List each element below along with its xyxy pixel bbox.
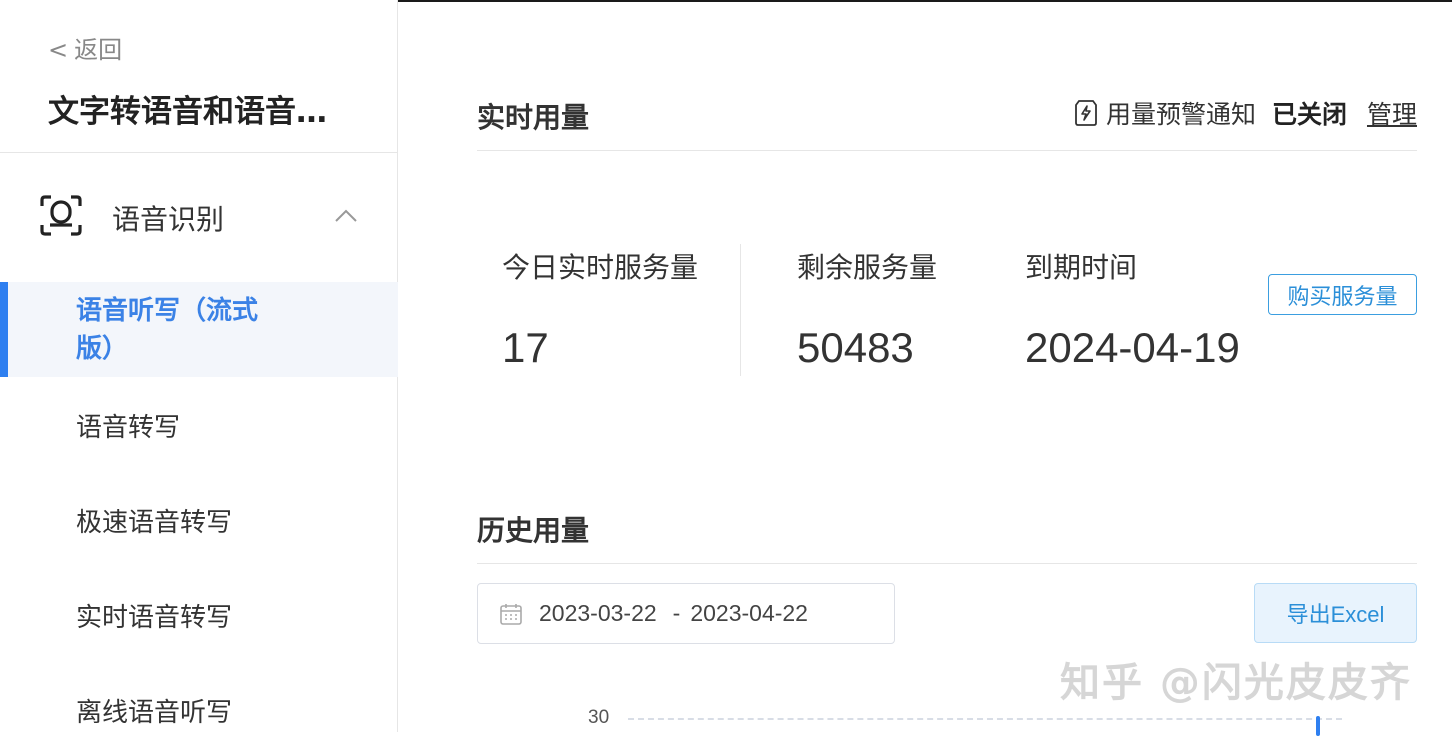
date-end[interactable]: 2023-04-22 <box>690 600 808 627</box>
stat-label: 剩余服务量 <box>797 251 938 284</box>
sidebar-item-offline-dictation[interactable]: 离线语音听写 <box>0 690 398 732</box>
sidebar-item-streaming-dictation[interactable]: 语音听写（流式版） <box>0 282 398 377</box>
sidebar-item-transcription[interactable]: 语音转写 <box>0 405 398 449</box>
stat-remaining: 剩余服务量 50483 <box>797 246 937 372</box>
main-content: 实时用量 用量预警通知 已关闭 管理 今日实时服务量 17 剩余服务量 5048… <box>398 0 1452 736</box>
stat-value: 2024-04-19 <box>1025 324 1240 371</box>
sidebar: < 返回 文字转语音和语音识别 语音识别 语音听写（流式版） 语音转写 极速语音转… <box>0 0 398 732</box>
sidebar-item-label: 离线语音听写 <box>76 698 233 728</box>
history-usage-title: 历史用量 <box>477 514 590 547</box>
alert-bolt-icon <box>1075 100 1097 126</box>
calendar-icon <box>500 603 522 625</box>
chart-y-tick: 30 <box>588 707 610 728</box>
nav-group-voice-recognition[interactable]: 语音识别 <box>0 182 398 254</box>
active-indicator <box>0 282 8 377</box>
buy-quota-button[interactable]: 购买服务量 <box>1268 274 1417 315</box>
stat-label: 今日实时服务量 <box>502 251 699 284</box>
date-start[interactable]: 2023-03-22 <box>539 600 657 627</box>
sidebar-item-label: 语音听写（流式版） <box>76 296 259 364</box>
chevron-up-icon[interactable] <box>334 206 358 224</box>
realtime-divider <box>477 150 1417 151</box>
export-excel-button[interactable]: 导出Excel <box>1254 583 1417 643</box>
stat-divider <box>740 244 741 376</box>
alert-status: 已关闭 <box>1271 100 1347 129</box>
sidebar-item-realtime-transcription[interactable]: 实时语音转写 <box>0 595 398 639</box>
manage-link[interactable]: 管理 <box>1367 95 1417 131</box>
watermark: 知乎 @闪光皮皮齐 <box>1060 660 1412 706</box>
sidebar-item-label: 实时语音转写 <box>76 603 233 633</box>
history-divider <box>477 563 1417 564</box>
chart-series-line <box>1316 716 1320 736</box>
stat-value: 50483 <box>797 324 914 371</box>
date-separator: - <box>672 600 681 626</box>
alert-label: 用量预警通知 <box>1105 100 1256 129</box>
sidebar-divider <box>0 152 398 153</box>
stat-today-requests: 今日实时服务量 17 <box>502 246 698 372</box>
chart-gridline <box>628 718 1342 720</box>
usage-alert: 用量预警通知 已关闭 管理 <box>1074 95 1417 131</box>
product-title: 文字转语音和语音识别 <box>48 94 348 130</box>
nav-group-label: 语音识别 <box>112 203 225 236</box>
chevron-left-icon: < <box>48 36 69 64</box>
sidebar-item-label: 语音转写 <box>76 413 181 443</box>
stat-value: 17 <box>502 324 549 371</box>
stat-expiry: 到期时间 2024-04-19 <box>1025 246 1240 372</box>
date-range-picker[interactable]: 2023-03-22 - 2023-04-22 <box>477 583 895 644</box>
voice-recognition-icon <box>40 195 82 236</box>
stat-label: 到期时间 <box>1025 251 1138 284</box>
back-link[interactable]: < 返回 <box>48 30 122 65</box>
sidebar-item-label: 极速语音转写 <box>76 508 233 538</box>
back-label: 返回 <box>74 36 123 64</box>
sidebar-item-fast-transcription[interactable]: 极速语音转写 <box>0 500 398 544</box>
realtime-usage-title: 实时用量 <box>477 101 590 134</box>
